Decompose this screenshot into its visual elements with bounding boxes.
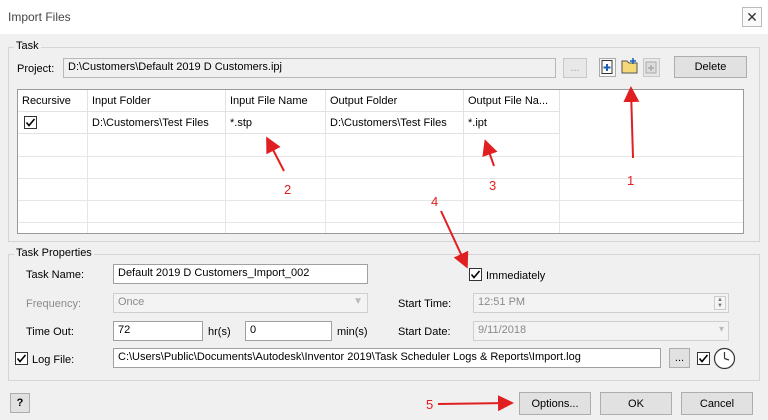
minutes-unit-label: min(s) [337,326,368,338]
grid-line [18,156,743,157]
delete-button[interactable]: Delete [674,56,747,78]
task-name-label: Task Name: [26,269,85,281]
timeout-label: Time Out: [26,326,74,338]
grid-line [18,178,743,179]
start-time-value: 12:51 PM [478,296,526,308]
title-bar: Import Files ✕ [0,0,768,34]
new-task-icon [601,60,613,74]
start-time-input[interactable]: 12:51 PM ▲ ▼ [473,293,729,313]
annotation-number-4: 4 [431,194,439,209]
frequency-label: Frequency: [26,298,82,310]
immediately-checkbox[interactable] [469,268,482,281]
grid-line [18,222,743,223]
check-icon [698,354,709,363]
task-properties-label: Task Properties [14,247,94,259]
column-header-output-folder[interactable]: Output Folder [326,90,464,112]
start-time-label: Start Time: [398,298,452,310]
recursive-checkbox[interactable] [24,116,37,129]
column-header-recursive[interactable]: Recursive [18,90,88,112]
column-header-input-file-name[interactable]: Input File Name [226,90,326,112]
log-file-checkbox[interactable] [15,352,28,365]
add-files-icon [645,61,657,74]
chevron-down-icon: ▼ [353,296,363,307]
output-folder-cell[interactable]: D:\Customers\Test Files [326,112,464,134]
column-header-output-file-name[interactable]: Output File Na... [464,90,560,112]
start-date-label: Start Date: [398,326,451,338]
add-folder-icon [621,58,638,74]
grid-line [325,134,326,233]
recursive-cell [18,112,88,134]
timeout-minutes-input[interactable]: 0 [245,321,332,341]
annotation-number-5: 5 [426,397,434,412]
grid-line [463,134,464,233]
project-browse-button[interactable]: ... [563,58,587,78]
log-file-browse-button[interactable]: ... [669,348,690,368]
clock-icon[interactable] [713,347,736,370]
log-file-input[interactable]: C:\Users\Public\Documents\Autodesk\Inven… [113,348,661,368]
check-icon [470,270,481,279]
project-field: D:\Customers\Default 2019 D Customers.ip… [63,58,556,78]
grid-line [18,200,743,201]
calendar-dropdown-icon[interactable]: ▾ [719,324,724,335]
task-group-label: Task [14,40,41,52]
options-button[interactable]: Options... [519,392,591,415]
start-date-picker[interactable]: 9/11/2018 ▾ [473,321,729,341]
log-file-label: Log File: [32,354,75,366]
timeout-hours-input[interactable]: 72 [113,321,203,341]
close-icon: ✕ [746,8,758,25]
project-label: Project: [17,63,55,75]
column-header-input-folder[interactable]: Input Folder [88,90,226,112]
close-button[interactable]: ✕ [742,7,762,27]
new-task-button[interactable] [599,58,616,77]
check-icon [16,354,27,363]
start-date-value: 9/11/2018 [478,324,527,336]
grid-line [225,134,226,233]
log-options-checkbox[interactable] [697,352,710,365]
time-spinner-icon[interactable]: ▲ ▼ [714,296,726,310]
add-folder-button[interactable] [621,57,640,76]
frequency-select[interactable]: Once ▼ [113,293,368,313]
hours-unit-label: hr(s) [208,326,231,338]
ok-button[interactable]: OK [600,392,672,415]
grid-line [87,134,88,233]
task-table: Recursive Input Folder Input File Name O… [17,89,744,234]
immediately-label: Immediately [486,270,546,282]
output-file-cell[interactable]: *.ipt [464,112,560,134]
frequency-value: Once [118,296,145,308]
annotation-number-2: 2 [284,182,292,197]
help-icon: ? [16,397,24,409]
window-title: Import Files [8,10,71,24]
cancel-button[interactable]: Cancel [681,392,753,415]
help-button[interactable]: ? [10,393,30,413]
annotation-number-3: 3 [489,178,497,193]
input-file-cell[interactable]: *.stp [226,112,326,134]
check-icon [25,118,36,127]
add-files-button[interactable] [643,58,660,77]
input-folder-cell[interactable]: D:\Customers\Test Files [88,112,226,134]
task-name-input[interactable]: Default 2019 D Customers_Import_002 [113,264,368,284]
annotation-number-1: 1 [627,173,635,188]
grid-line [559,134,560,233]
annotation-arrow-5 [437,395,514,412]
